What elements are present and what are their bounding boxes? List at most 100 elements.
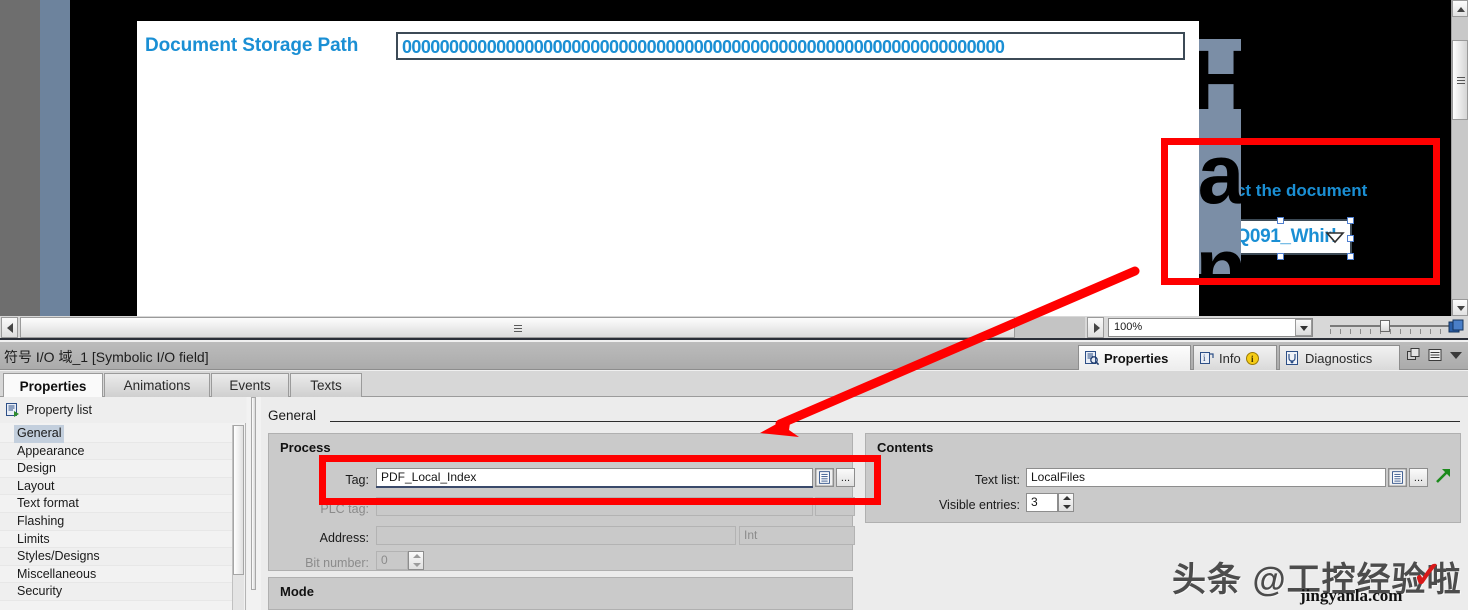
visible-entries-value: 3 [1031, 495, 1038, 509]
inspector-tab-diagnostics[interactable]: Diagnostics [1279, 345, 1400, 370]
pane-splitter[interactable] [247, 397, 261, 610]
property-list-items: General Appearance Design Layout Text fo… [0, 425, 233, 610]
property-item-text-format[interactable]: Text format [0, 495, 233, 513]
tab-events[interactable]: Events [211, 373, 289, 397]
hmi-canvas[interactable]: Document Storage Path 000000000000000000… [137, 21, 1367, 316]
collapse-panel-icon[interactable] [1449, 348, 1463, 362]
zoom-slider-knob[interactable] [1380, 320, 1390, 332]
tab-properties[interactable]: Properties [3, 373, 103, 398]
property-item-label: Appearance [17, 443, 85, 458]
zoom-level-value: 100% [1114, 321, 1143, 333]
tag-list-button[interactable] [815, 468, 834, 487]
text-list-input-value: LocalFiles [1031, 470, 1086, 484]
selection-handle-n[interactable] [1277, 217, 1284, 224]
tag-input[interactable]: PDF_Local_Index [376, 468, 813, 487]
tab-animations[interactable]: Animations [104, 373, 210, 397]
spinner-up-icon[interactable] [413, 554, 421, 558]
chevron-right-icon [1094, 323, 1100, 333]
property-item-appearance[interactable]: Appearance [0, 442, 233, 461]
contents-group: Contents Text list: LocalFiles ... Visib… [865, 433, 1461, 523]
zoom-level-combobox[interactable]: 100% [1108, 318, 1313, 337]
info-badge-icon: i [1245, 351, 1259, 365]
chevron-down-icon [1457, 306, 1465, 311]
text-list-list-button[interactable] [1388, 468, 1407, 487]
address-input[interactable] [376, 526, 736, 545]
inspector-tab-diagnostics-label: Diagnostics [1305, 350, 1373, 366]
inspector-tab-properties[interactable]: Properties [1078, 345, 1191, 370]
property-list-scrollbar-thumb[interactable] [233, 425, 244, 575]
property-item-layout[interactable]: Layout [0, 477, 233, 496]
property-item-limits[interactable]: Limits [0, 530, 233, 549]
section-divider [330, 421, 1460, 422]
contents-group-title: Contents [877, 440, 934, 455]
tag-browse-button[interactable]: ... [836, 468, 855, 487]
property-list-header[interactable]: Property list [0, 397, 246, 423]
property-item-styles-designs[interactable]: Styles/Designs [0, 548, 233, 566]
plc-tag-browse-button[interactable] [815, 497, 855, 516]
visible-entries-input[interactable]: 3 [1026, 493, 1058, 512]
property-item-security[interactable]: Security [0, 583, 233, 601]
property-item-label: Limits [17, 531, 50, 546]
bit-number-input[interactable]: 0 [376, 551, 408, 570]
selection-handle-ne[interactable] [1347, 217, 1354, 224]
selection-handle-e[interactable] [1347, 235, 1354, 242]
editor-horizontal-scrollbar[interactable] [20, 317, 1085, 338]
diagnostics-icon [1286, 351, 1298, 365]
property-item-general[interactable]: General [0, 425, 233, 443]
bit-number-spinner[interactable] [408, 551, 424, 570]
chevron-up-icon [1457, 7, 1465, 12]
hscroll-left-button[interactable] [1, 317, 18, 338]
list-view-icon[interactable] [1428, 348, 1442, 362]
scroll-down-button[interactable] [1452, 299, 1468, 316]
hscroll-right-button[interactable] [1087, 317, 1104, 338]
spinner-down-icon[interactable] [1063, 505, 1071, 509]
tab-texts[interactable]: Texts [290, 373, 362, 397]
layout-toggle-icon[interactable] [1448, 319, 1464, 335]
inspector-tab-info-label: Info [1219, 350, 1241, 366]
tag-browse-button-label: ... [840, 472, 851, 484]
mode-group: Mode [268, 577, 853, 610]
hmi-right-partial-widget-text: Hand [1199, 39, 1241, 274]
editor-vertical-scrollbar[interactable] [1451, 0, 1468, 316]
property-item-flashing[interactable]: Flashing [0, 512, 233, 531]
property-item-miscellaneous[interactable]: Miscellaneous [0, 565, 233, 584]
scrollbar-grip-icon [1457, 77, 1465, 84]
process-group: Process Tag: PDF_Local_Index ... PLC tag… [268, 433, 855, 571]
property-tabs-row: Properties Animations Events Texts [0, 371, 1468, 398]
zoom-dropdown-button[interactable] [1295, 319, 1312, 336]
tag-input-value: PDF_Local_Index [381, 470, 477, 484]
bit-number-value: 0 [381, 553, 388, 567]
hmi-right-partial-widget[interactable]: Hand [1199, 21, 1241, 316]
restore-window-icon[interactable] [1407, 348, 1421, 362]
zoom-slider[interactable] [1330, 320, 1450, 338]
text-list-input[interactable]: LocalFiles [1026, 468, 1386, 487]
spinner-up-icon[interactable] [1063, 496, 1071, 500]
scroll-up-button[interactable] [1452, 0, 1468, 17]
text-list-browse-button-label: ... [1413, 472, 1424, 484]
inspector-title-bar: 符号 I/O 域_1 [Symbolic I/O field] Properti… [0, 342, 1468, 370]
mode-group-title: Mode [280, 584, 314, 599]
selection-handle-s[interactable] [1277, 253, 1284, 260]
splitter-grip[interactable] [251, 397, 256, 590]
spinner-down-icon[interactable] [413, 563, 421, 567]
visible-entries-spinner[interactable] [1058, 493, 1074, 512]
vertical-scrollbar-thumb[interactable] [1452, 40, 1468, 120]
property-list-pane: Property list General Appearance Design … [0, 397, 246, 610]
property-list-scrollbar[interactable] [232, 425, 244, 610]
horizontal-scrollbar-thumb[interactable] [20, 317, 1015, 338]
editor-left-blue-band [40, 0, 70, 316]
document-storage-path-field[interactable]: 0000000000000000000000000000000000000000… [396, 32, 1185, 60]
chevron-down-icon[interactable] [1324, 230, 1346, 244]
green-arrow-icon[interactable] [1434, 467, 1452, 485]
plc-tag-label: PLC tag: [320, 502, 369, 516]
inspector-tab-info[interactable]: i Info i [1193, 345, 1277, 370]
text-list-browse-button[interactable]: ... [1409, 468, 1428, 487]
property-item-label: General [14, 425, 65, 443]
property-item-design[interactable]: Design [0, 460, 233, 478]
selection-handle-se[interactable] [1347, 253, 1354, 260]
plc-tag-input[interactable] [376, 497, 813, 516]
tab-animations-label: Animations [123, 378, 191, 393]
hmi-right-partial-widget-body: Hand [1199, 39, 1241, 274]
hmi-screen-editor: Document Storage Path 000000000000000000… [0, 0, 1468, 316]
address-datatype-field[interactable]: Int [739, 526, 855, 545]
